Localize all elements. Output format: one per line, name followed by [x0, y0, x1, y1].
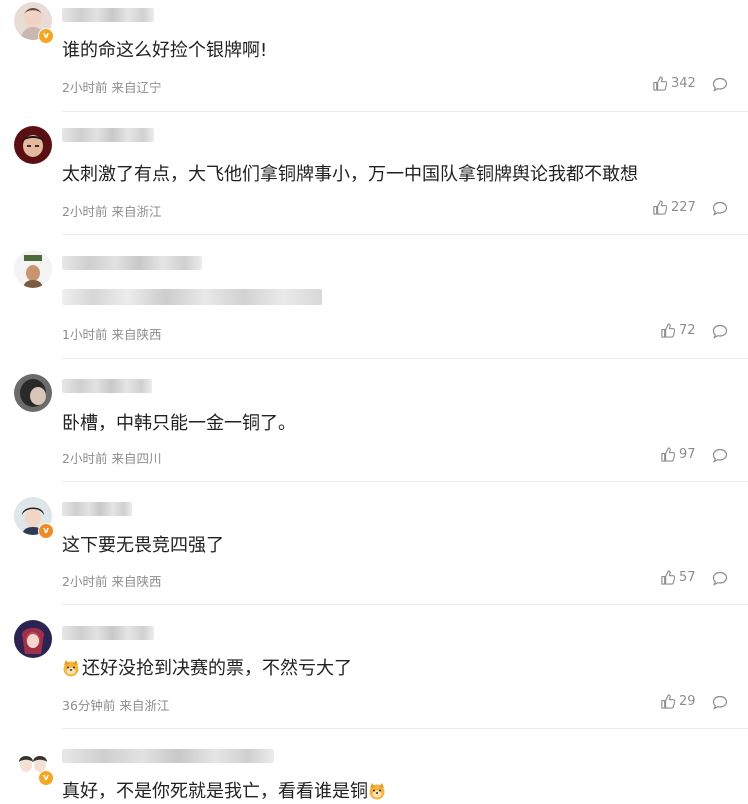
verified-badge-icon: v: [38, 523, 54, 539]
comment-meta: 2小时前 来自辽宁: [62, 80, 162, 95]
comment-bubble-icon[interactable]: [712, 201, 728, 216]
like-button[interactable]: 342: [652, 76, 696, 91]
comment-meta: 36分钟前 来自浙江: [62, 698, 170, 713]
comment-bubble-icon[interactable]: [712, 571, 728, 586]
comment-item: v 这下要无畏竞四强了 2小时前 来自陕西 57: [0, 482, 748, 605]
like-button[interactable]: 227: [652, 200, 696, 215]
comment-meta: 1小时前 来自陕西: [62, 327, 162, 342]
avatar[interactable]: [14, 126, 52, 164]
like-count: 57: [679, 570, 696, 585]
comment-text: 卧槽，中韩只能一金一铜了。: [62, 413, 296, 434]
comment-bubble-icon[interactable]: [712, 695, 728, 710]
like-button[interactable]: 57: [660, 570, 696, 585]
comment-text-redacted: [62, 289, 322, 305]
comment-meta: 2小时前 来自四川: [62, 451, 162, 466]
like-button[interactable]: 72: [660, 323, 696, 338]
comment-text: 太刺激了有点，大飞他们拿铜牌事小，万一中国队拿铜牌舆论我都不敢想: [62, 164, 638, 185]
username-redacted[interactable]: [62, 256, 202, 270]
comment-bubble-icon[interactable]: [712, 324, 728, 339]
username-redacted[interactable]: [62, 379, 152, 393]
like-count: 97: [679, 447, 696, 462]
comment-item: v 谁的命这么好捡个银牌啊! 2小时前 来自辽宁 342: [0, 0, 748, 112]
thumbs-up-icon: [661, 447, 675, 462]
like-button[interactable]: 97: [660, 447, 696, 462]
comment-text: 谁的命这么好捡个银牌啊!: [62, 40, 268, 61]
comment-text: 这下要无畏竞四强了: [62, 535, 224, 556]
like-count: 29: [679, 694, 696, 709]
verified-badge-icon: v: [38, 28, 54, 44]
comment-item: v 真好，不是你死就是我亡，看看谁是铜: [0, 729, 748, 804]
thumbs-up-icon: [653, 200, 667, 215]
username-redacted[interactable]: [62, 8, 154, 22]
username-redacted[interactable]: [62, 626, 154, 640]
thumbs-up-icon: [661, 694, 675, 709]
thumbs-up-icon: [661, 570, 675, 585]
like-count: 227: [671, 200, 696, 215]
avatar[interactable]: [14, 620, 52, 658]
comment-text: 真好，不是你死就是我亡，看看谁是铜: [62, 781, 388, 803]
comment-item: 太刺激了有点，大飞他们拿铜牌事小，万一中国队拿铜牌舆论我都不敢想 2小时前 来自…: [0, 112, 748, 235]
like-button[interactable]: 29: [660, 694, 696, 709]
verified-badge-icon: v: [38, 770, 54, 786]
doge-emoji-icon: [369, 783, 385, 800]
comment-text: 还好没抢到决赛的票，不然亏大了: [62, 658, 352, 680]
avatar[interactable]: [14, 374, 52, 412]
comment-bubble-icon[interactable]: [712, 448, 728, 463]
like-count: 342: [671, 76, 696, 91]
like-count: 72: [679, 323, 696, 338]
thumbs-up-icon: [653, 76, 667, 91]
username-redacted[interactable]: [62, 749, 274, 763]
comment-meta: 2小时前 来自陕西: [62, 574, 162, 589]
username-redacted[interactable]: [62, 502, 132, 516]
avatar[interactable]: [14, 250, 52, 288]
thumbs-up-icon: [661, 323, 675, 338]
comment-meta: 2小时前 来自浙江: [62, 204, 162, 219]
username-redacted[interactable]: [62, 128, 154, 142]
comment-item: 卧槽，中韩只能一金一铜了。 2小时前 来自四川 97: [0, 359, 748, 482]
comment-bubble-icon[interactable]: [712, 77, 728, 92]
comment-item: 1小时前 来自陕西 72: [0, 235, 748, 359]
comment-item: 还好没抢到决赛的票，不然亏大了 36分钟前 来自浙江 29: [0, 605, 748, 729]
doge-emoji-icon: [63, 660, 79, 677]
